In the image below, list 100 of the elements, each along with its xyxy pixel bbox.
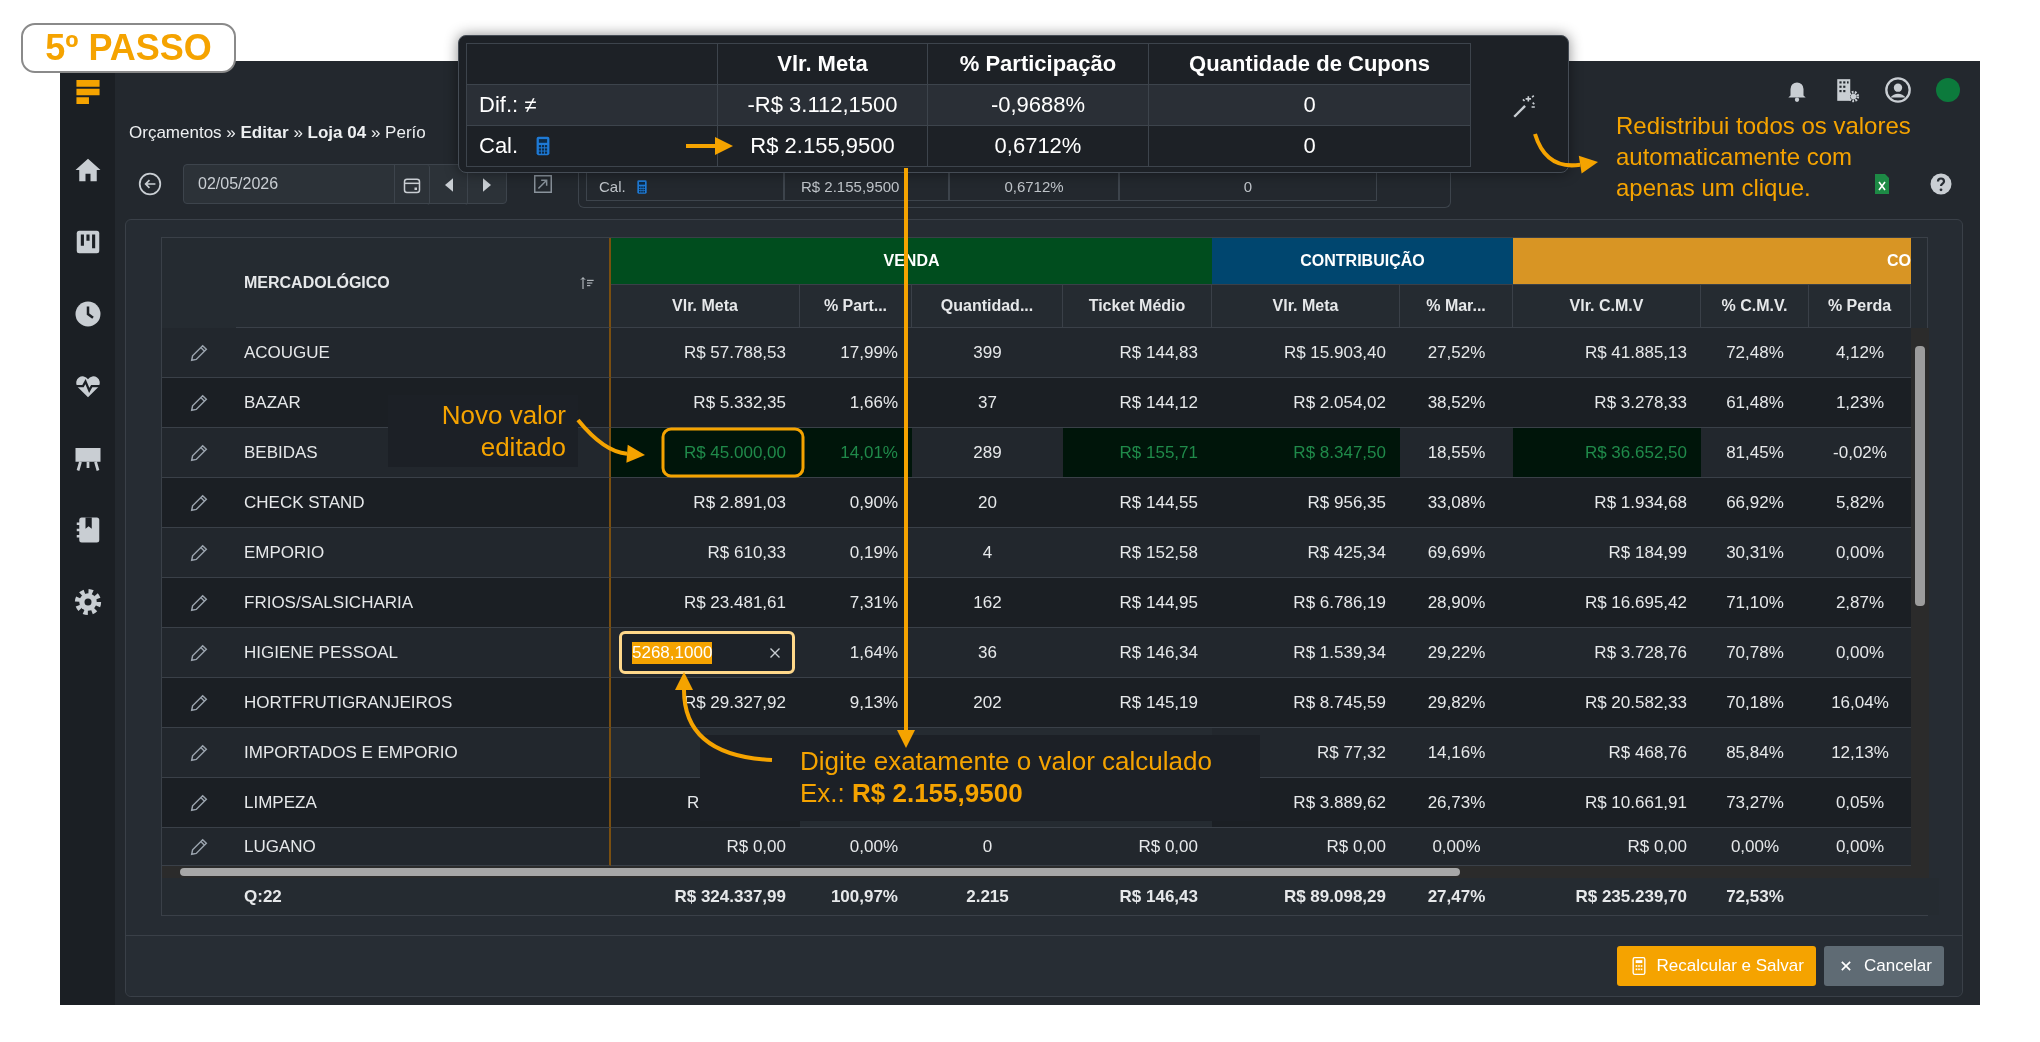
table-cell: R$ 3.728,76: [1513, 628, 1701, 678]
column-header[interactable]: Ticket Médio: [1063, 285, 1212, 328]
table-cell: R$ 20.582,33: [1513, 678, 1701, 728]
table-cell: 0,00%: [1400, 828, 1513, 866]
column-header[interactable]: Quantidad...: [912, 285, 1063, 328]
table-cell: 26,73%: [1400, 778, 1513, 828]
table-cell: 0,00%: [1701, 828, 1809, 866]
step-badge: 5º PASSO: [21, 23, 236, 73]
table-cell: 70,78%: [1701, 628, 1809, 678]
column-header[interactable]: Vlr. C.M.V: [1513, 285, 1701, 328]
table-cell: 73,27%: [1701, 778, 1809, 828]
table-cell: R$ 10.661,91: [1513, 778, 1701, 828]
row-label: LUGANO: [236, 828, 611, 866]
column-header-label: MERCADOLÓGICO: [244, 273, 390, 292]
table-cell: R$ 0,00: [1212, 828, 1400, 866]
table-cell: 0: [1148, 84, 1471, 126]
table-cell: 0,19%: [800, 528, 912, 578]
column-header[interactable]: % Perda: [1809, 285, 1911, 328]
column-header[interactable]: Vlr. Meta: [1212, 285, 1400, 328]
table-cell: 399: [912, 328, 1063, 378]
table-cell: 71,10%: [1701, 578, 1809, 628]
row-label: ACOUGUE: [236, 328, 611, 378]
column-group-header: CONTRIBUIÇÃO: [1212, 238, 1513, 285]
table-cell: 33,08%: [1400, 478, 1513, 528]
column-header: % Participação: [927, 43, 1149, 85]
table-cell: R$ 41.885,13: [1513, 328, 1701, 378]
status-dot: [1936, 77, 1960, 102]
table-cell: 27,52%: [1400, 328, 1513, 378]
table-cell: 14,16%: [1400, 728, 1513, 778]
table-cell: R$ 610,33: [611, 528, 800, 578]
table-cell: 162: [912, 578, 1063, 628]
caret-right-icon: [483, 178, 491, 192]
table-cell: R$ 144,12: [1063, 378, 1212, 428]
table-cell: 29,82%: [1400, 678, 1513, 728]
expand-icon[interactable]: [532, 173, 554, 195]
row-label: HIGIENE PESSOAL: [236, 628, 611, 678]
column-header: Vlr. Meta: [717, 43, 928, 85]
table-cell: 7,31%: [800, 578, 912, 628]
horizontal-scrollbar[interactable]: [162, 866, 1929, 878]
table-cell: 70,18%: [1701, 678, 1809, 728]
table-cell: 28,90%: [1400, 578, 1513, 628]
magic-wand-icon[interactable]: [1511, 94, 1537, 120]
vertical-scrollbar[interactable]: [1911, 328, 1929, 866]
building-icon[interactable]: [1834, 76, 1860, 103]
annotation-arrow: [576, 418, 645, 463]
annotation-text: apenas um clique.: [1616, 173, 1811, 203]
row-label: Dif.: ≠: [479, 92, 537, 118]
table-cell: R$ 1.539,34: [1212, 628, 1400, 678]
table-cell: R$ 155,71: [1063, 428, 1212, 478]
table-cell: 0,00%: [800, 828, 912, 866]
row-label: LIMPEZA: [236, 778, 611, 828]
column-header[interactable]: % Part...: [800, 285, 912, 328]
help-icon[interactable]: [1929, 172, 1953, 196]
table-cell: R$ 2.891,03: [611, 478, 800, 528]
table-cell: 0,6712%: [927, 125, 1149, 167]
column-header[interactable]: Vlr. Meta: [611, 285, 800, 328]
annotation-text: automaticamente com: [1616, 142, 1853, 172]
table-cell: R$ 145,19: [1063, 678, 1212, 728]
table-cell: 1,66%: [800, 378, 912, 428]
row-label: CHECK STAND: [236, 478, 611, 528]
settings-icon[interactable]: [72, 587, 103, 617]
column-header: Quantidade de Cupons: [1148, 43, 1471, 85]
table-cell: 29,22%: [1400, 628, 1513, 678]
column-header[interactable]: % C.M.V.: [1701, 285, 1809, 328]
cancel-button[interactable]: Cancelar: [1823, 946, 1944, 986]
table-cell: 81,45%: [1701, 428, 1809, 478]
table-cell: 4,12%: [1809, 328, 1911, 378]
table-cell: R$ 144,83: [1063, 328, 1212, 378]
table-cell: 38,52%: [1400, 378, 1513, 428]
table-cell: 2,87%: [1809, 578, 1911, 628]
back-icon[interactable]: [137, 171, 163, 197]
table-cell: R$ 152,58: [1063, 528, 1212, 578]
table-cell: 37: [912, 378, 1063, 428]
table-cell: R$ 144,55: [1063, 478, 1212, 528]
row-label: Cal.: [479, 133, 519, 159]
table-cell: 85,84%: [1701, 728, 1809, 778]
table-cell: 20: [912, 478, 1063, 528]
table-cell: 1,23%: [1809, 378, 1911, 428]
table-cell: R$ 0,00: [1513, 828, 1701, 866]
summary-label: Cal.: [599, 178, 626, 195]
table-cell: R$ 15.903,40: [1212, 328, 1400, 378]
table-cell: -0,02%: [1809, 428, 1911, 478]
table-cell: 5,82%: [1809, 478, 1911, 528]
user-icon[interactable]: [1884, 75, 1912, 104]
breadcrumb: Orçamentos » Editar » Loja 04 » Perío: [128, 122, 426, 144]
row-label: FRIOS/SALSICHARIA: [236, 578, 611, 628]
table-cell: 0,00%: [1809, 528, 1911, 578]
sort-icon[interactable]: [579, 274, 595, 291]
table-cell: 14,01%: [800, 428, 912, 478]
column-header[interactable]: MERCADOLÓGICO: [236, 238, 611, 328]
table-cell: R$ 8.347,50: [1212, 428, 1400, 478]
table-cell: R$ 6.786,19: [1212, 578, 1400, 628]
column-header[interactable]: % Mar...: [1400, 285, 1513, 328]
logo-icon[interactable]: [74, 79, 101, 105]
caret-left-icon: [444, 178, 453, 192]
table-cell: 0,00%: [1809, 628, 1911, 678]
table-cell: 0,00%: [1809, 828, 1911, 866]
annotation-text: Redistribui todos os valores: [1616, 111, 1911, 141]
table-cell: 0,05%: [1809, 778, 1911, 828]
table-cell: 69,69%: [1400, 528, 1513, 578]
